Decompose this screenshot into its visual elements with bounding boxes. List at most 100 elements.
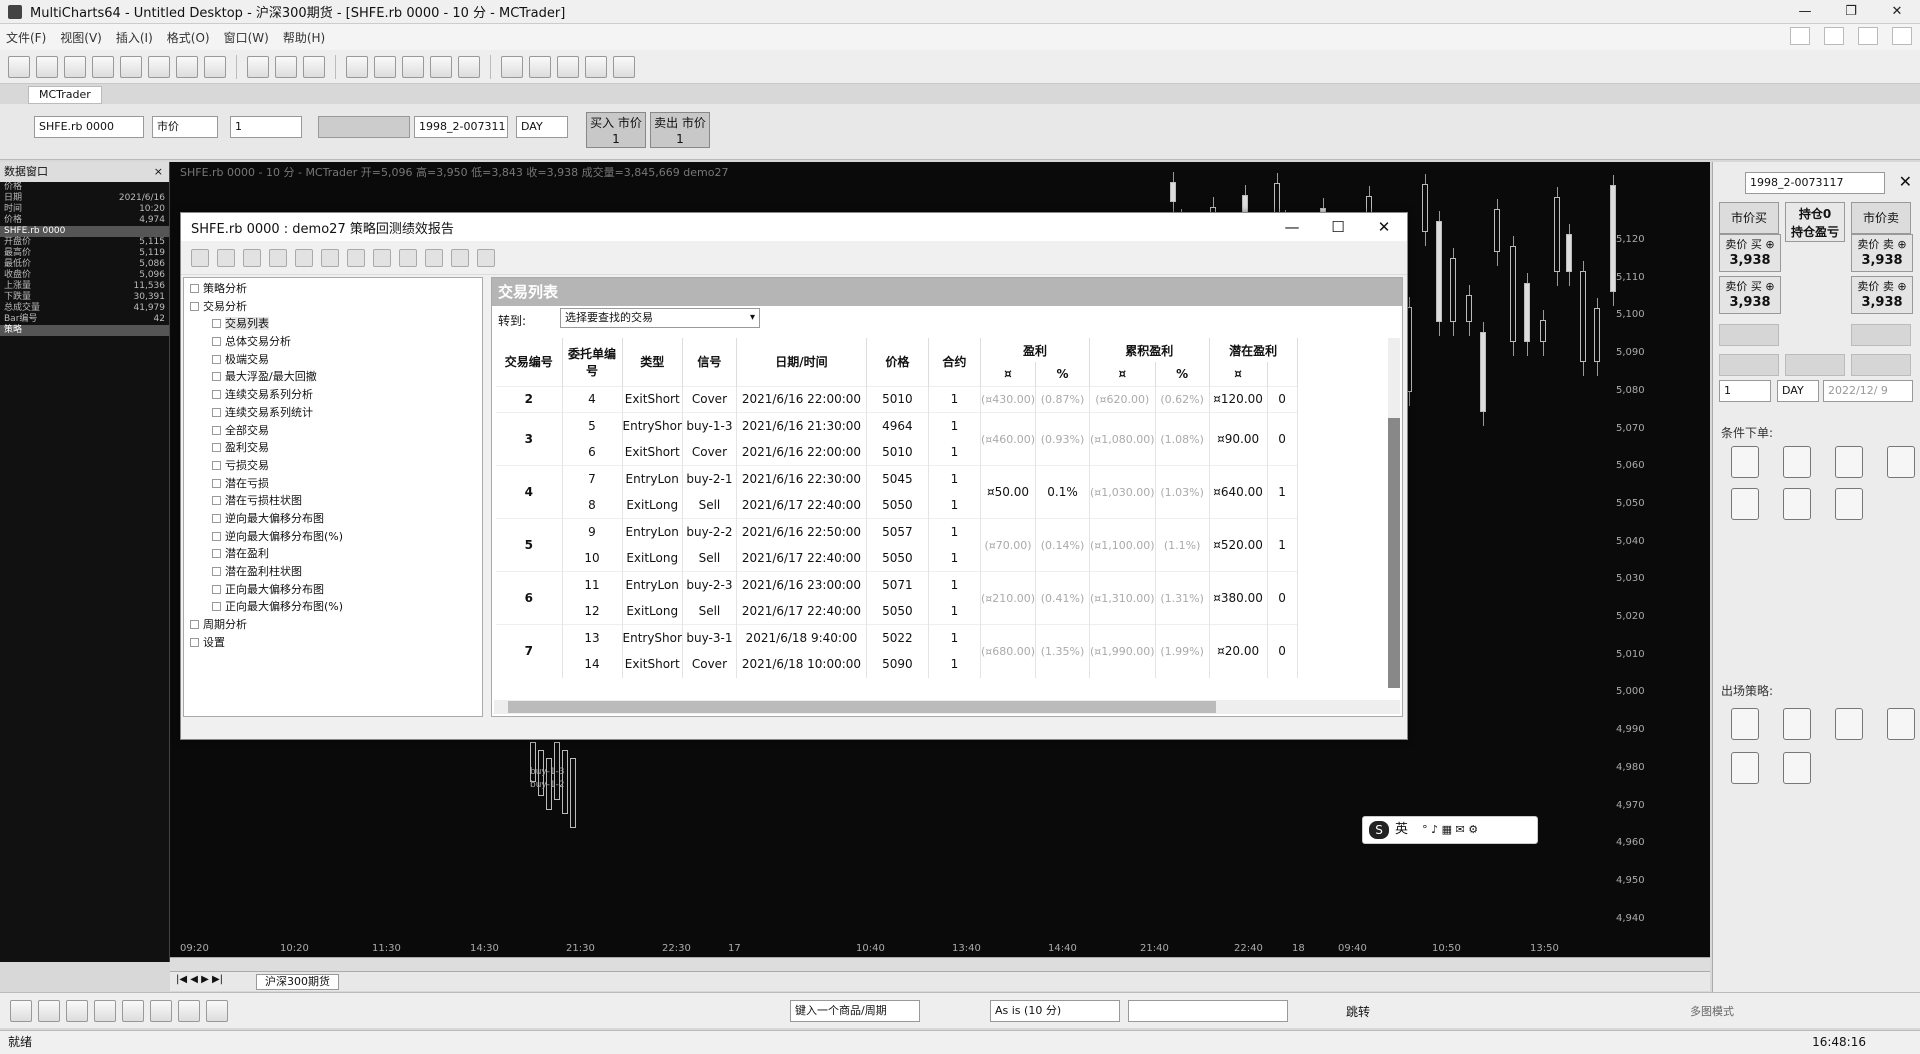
strategy-icon[interactable] (374, 55, 396, 78)
vertical-line-icon[interactable] (66, 1000, 88, 1022)
channel-icon[interactable] (94, 1000, 116, 1022)
mdi-minimize-button[interactable] (1824, 27, 1844, 45)
line-chart-icon[interactable] (458, 55, 480, 78)
copy-icon[interactable] (120, 55, 142, 78)
scroll-thumb[interactable] (1388, 418, 1400, 688)
symbol-interval-input[interactable]: 键入一个商品/周期 (790, 1000, 920, 1022)
tree-node[interactable]: 潜在盈利柱状图 (184, 563, 482, 581)
table-row[interactable]: 5 9 EntryLon buy-2-2 2021/6/16 22:50:00 5057 1… (496, 518, 1298, 572)
market-buy-button[interactable]: 市价买 (1719, 202, 1779, 234)
menu-help[interactable]: 帮助(H) (283, 29, 325, 46)
tree-node[interactable]: 极端交易 (184, 351, 482, 369)
col-potential-profit[interactable]: 潜在盈利 (1209, 338, 1298, 362)
horizontal-line-icon[interactable] (38, 1000, 60, 1022)
new-window-icon[interactable] (176, 55, 198, 78)
indicator-icon[interactable] (346, 55, 368, 78)
menu-view[interactable]: 视图(V) (60, 29, 102, 46)
exit-strategy-icon[interactable] (1835, 708, 1863, 740)
mdi-restore-button[interactable] (1790, 27, 1810, 45)
col-datetime[interactable]: 日期/时间 (736, 338, 867, 386)
scroll-thumb[interactable] (508, 701, 1216, 713)
sell-market-button[interactable]: 卖出 市价 1 (650, 112, 710, 148)
exit-strategy-icon[interactable] (1731, 752, 1759, 784)
bar-chart-icon[interactable] (402, 55, 424, 78)
trade-list-hscroll[interactable] (494, 700, 1400, 714)
jump-button[interactable]: 跳转 (1346, 1003, 1370, 1020)
rectangle-icon[interactable] (178, 1000, 200, 1022)
scanner-icon[interactable] (275, 55, 297, 78)
tree-node[interactable]: 连续交易系列统计 (184, 404, 482, 422)
ask-quote-button[interactable]: 卖价 卖 ⊕ 3,938 (1851, 234, 1913, 272)
tree-node[interactable]: 最大浮盈/最大回撤 (184, 368, 482, 386)
position-button[interactable]: 持仓0 持仓盈亏 (1785, 202, 1845, 242)
maximize-button[interactable]: ❐ (1828, 0, 1874, 24)
buy-market-button[interactable]: 买入 市价 1 (586, 112, 646, 148)
ask-quote-button-2[interactable]: 卖价 卖 ⊕ 3,938 (1851, 276, 1913, 314)
dom-icon[interactable] (303, 55, 325, 78)
panel-tif-select[interactable]: DAY (1777, 380, 1819, 402)
zoom-in-icon[interactable] (557, 55, 579, 78)
mdi-maximize-button[interactable] (1858, 27, 1878, 45)
ellipse-icon[interactable] (206, 1000, 228, 1022)
chart-icon[interactable] (247, 55, 269, 78)
minimize-button[interactable]: — (1782, 0, 1828, 24)
symbol-input[interactable]: SHFE.rb 0000 (34, 116, 144, 138)
crosshair-icon[interactable] (529, 55, 551, 78)
forward-icon[interactable] (217, 248, 235, 267)
date-select[interactable] (1128, 1000, 1288, 1022)
cursor-icon[interactable] (347, 248, 365, 267)
settings-icon[interactable] (321, 248, 339, 267)
dialog-maximize-button[interactable]: ☐ (1315, 213, 1361, 241)
paste-icon[interactable] (148, 55, 170, 78)
conditional-order-icon[interactable] (1835, 488, 1863, 520)
save-icon[interactable] (243, 248, 261, 267)
conditional-order-icon[interactable] (1835, 446, 1863, 478)
exit-strategy-icon[interactable] (1887, 708, 1915, 740)
open-chart-icon[interactable] (36, 55, 58, 78)
tree-node[interactable]: 总体交易分析 (184, 333, 482, 351)
conditional-order-icon[interactable] (1731, 488, 1759, 520)
col-order-no[interactable]: 委托单编号 (562, 338, 623, 386)
mctrader-tab[interactable]: MCTrader (28, 86, 102, 104)
quantity-stepper[interactable]: 1 (230, 116, 302, 138)
back-icon[interactable] (191, 248, 209, 267)
tree-node[interactable]: 潜在盈利 (184, 545, 482, 563)
col-price[interactable]: 价格 (866, 338, 929, 386)
tree-node[interactable]: 逆向最大偏移分布图 (184, 510, 482, 528)
export-icon[interactable] (269, 248, 287, 267)
ime-toolbar[interactable]: S 英 ° ♪ ▦ ✉ ⚙ (1362, 816, 1538, 844)
exit-strategy-icon[interactable] (1783, 708, 1811, 740)
close-icon[interactable]: × (154, 162, 163, 182)
tree-node[interactable]: 交易列表 (184, 315, 482, 333)
tree-node[interactable]: 策略分析 (184, 280, 482, 298)
table-row[interactable]: 4 7 EntryLon buy-2-1 2021/6/16 22:30:00 5045 1… (496, 465, 1298, 519)
tree-node[interactable]: 交易分析 (184, 298, 482, 316)
tree-node[interactable]: 亏损交易 (184, 457, 482, 475)
zoom-out-icon[interactable] (425, 248, 443, 267)
ime-language[interactable]: 英 (1395, 822, 1408, 837)
table-row[interactable]: 3 5 EntryShor buy-1-3 2021/6/16 21:30:00 4964… (496, 412, 1298, 466)
tree-node[interactable]: 设置 (184, 634, 482, 652)
cursor-icon[interactable] (501, 55, 523, 78)
print-icon[interactable] (92, 55, 114, 78)
close-icon[interactable]: ✕ (1899, 172, 1912, 191)
conditional-order-icon[interactable] (1887, 446, 1915, 478)
zoom-in-icon[interactable] (399, 248, 417, 267)
exit-strategy-icon[interactable] (1783, 752, 1811, 784)
trade-list-vscroll[interactable] (1388, 338, 1400, 688)
hand-icon[interactable] (373, 248, 391, 267)
tree-node[interactable]: 周期分析 (184, 616, 482, 634)
table-row[interactable]: 6 11 EntryLon buy-2-3 2021/6/16 23:00:00 5071… (496, 571, 1298, 625)
resolution-select[interactable]: As is (10 分) (990, 1000, 1120, 1022)
order-type-select[interactable]: 市价 (152, 116, 218, 138)
menu-file[interactable]: 文件(F) (6, 29, 46, 46)
tif-select[interactable]: DAY (516, 116, 568, 138)
tree-node[interactable]: 逆向最大偏移分布图(%) (184, 528, 482, 546)
ime-tools-icon[interactable]: ° ♪ ▦ ✉ ⚙ (1422, 823, 1478, 836)
candlestick-icon[interactable] (430, 55, 452, 78)
tree-node[interactable]: 正向最大偏移分布图 (184, 581, 482, 599)
panel-quantity-stepper[interactable]: 1 (1719, 380, 1771, 402)
document-icon[interactable] (204, 55, 226, 78)
megaphone-icon[interactable] (477, 248, 495, 267)
tree-node[interactable]: 全部交易 (184, 422, 482, 440)
